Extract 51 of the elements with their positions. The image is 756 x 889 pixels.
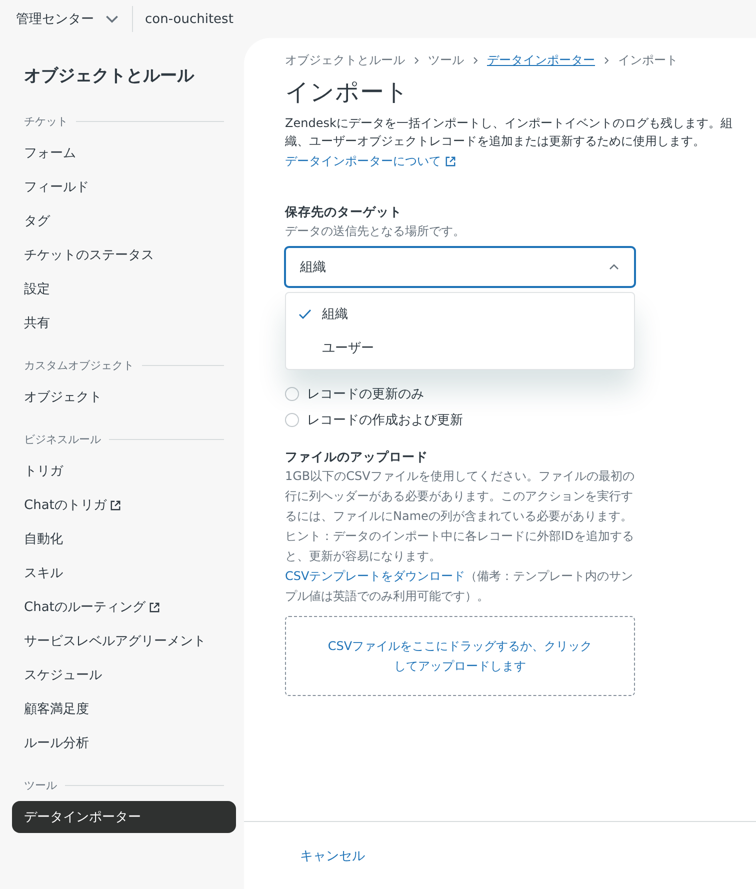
sidebar-item[interactable]: ルール分析 [12,727,236,759]
sidebar-item[interactable]: オブジェクト [12,381,236,413]
sidebar-item[interactable]: タグ [12,205,236,237]
cancel-button[interactable]: キャンセル [292,840,373,870]
sidebar-item[interactable]: フォーム [12,137,236,169]
breadcrumb-item: ツール [428,52,464,68]
sidebar-item[interactable]: トリガ [12,455,236,487]
section-heading: ツール [24,778,57,792]
field-label: ファイルのアップロード [285,449,429,466]
section-heading: チケット [24,114,68,128]
product-menu[interactable]: 管理センター [16,6,133,32]
page-title: インポート [285,77,410,108]
sidebar-item[interactable]: データインポーター [12,801,236,833]
external-link-icon [149,602,160,612]
field-hint: データの送信先となる場所です。 [285,223,466,240]
chevron-right-icon [471,56,480,64]
dropdown-option[interactable]: 組織 [286,297,634,331]
external-link-icon [445,156,456,167]
dropdown-option[interactable]: ユーザー [286,331,634,365]
sidebar-item[interactable]: Chatのトリガ [12,489,236,521]
sidebar-item[interactable]: 自動化 [12,523,236,555]
radio-button[interactable] [285,387,299,401]
section-heading: ビジネスルール [24,432,101,446]
breadcrumb-item: オブジェクトとルール [285,52,405,68]
sidebar-item[interactable]: 共有 [12,307,236,339]
sidebar-item[interactable]: サービスレベルアグリーメント [12,625,236,657]
chevron-right-icon [412,56,421,64]
radio-label: レコードの作成および更新 [307,412,463,429]
radio-button[interactable] [285,413,299,427]
template-link[interactable]: CSVテンプレートをダウンロード [285,569,466,583]
page-description: Zendeskにデータを一括インポートし、インポートイベントのログも残します。組織、ユーザーオブジェクトレコードを追加または更新するために使用します。 [285,115,734,150]
sidebar-item[interactable]: 設定 [12,273,236,305]
chevron-right-icon [602,56,611,64]
external-link-icon [110,500,122,510]
about-link[interactable]: データインポーターについて [285,153,456,170]
sidebar-item[interactable]: Chatのルーティング [12,591,236,623]
sidebar-item[interactable]: フィールド [12,171,236,203]
sidebar-item[interactable]: 顧客満足度 [12,693,236,725]
sidebar-item[interactable]: スケジュール [12,659,236,691]
sidebar-item[interactable]: チケットのステータス [12,239,236,271]
breadcrumb-item: インポート [618,52,678,68]
sidebar-item[interactable]: スキル [12,557,236,589]
file-dropzone[interactable]: CSVファイルをここにドラッグするか、クリックしてアップロードします [285,616,635,696]
field-label: 保存先のターゲット [285,204,403,221]
upload-hint: 1GB以下のCSVファイルを使用してください。ファイルの最初の行に列ヘッダーがある必要があります。このアクションを実行するには、ファイルにNameの列が含まれている必要があります。ヒント：データのインポート中に各レコードに外部IDを追加すると、更新が容易になります。 CSVテンプレートをダウンロード（備考：テンプレート内のサンプル値は英語でのみ利用可能です）。 [285,468,635,605]
section-heading: カスタムオブジェクト [24,358,134,372]
sidebar-title: オブジェクトとルール [24,65,196,87]
target-select[interactable]: 組織 [285,247,635,287]
breadcrumb-link[interactable]: データインポーター [487,52,595,68]
radio-label: レコードの更新のみ [307,386,424,403]
account-name: con-ouchitest [145,12,234,26]
